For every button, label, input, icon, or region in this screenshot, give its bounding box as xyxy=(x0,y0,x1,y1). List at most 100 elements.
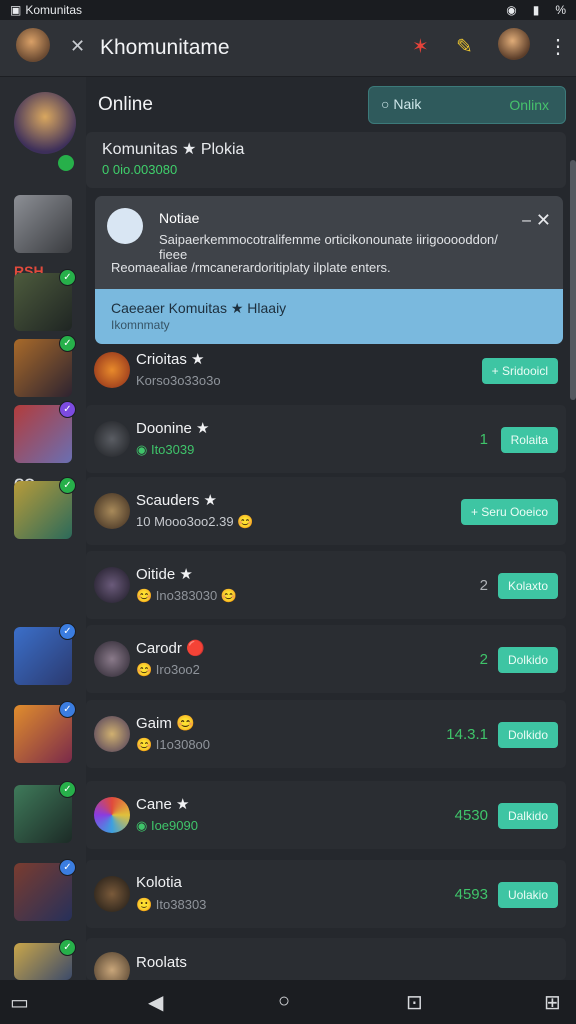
list-item[interactable]: Scauders ★ 10 Mooo3oo2.39 😊 + Seru Ooeic… xyxy=(86,477,566,545)
back-icon[interactable]: ◀ xyxy=(148,990,163,1015)
notice-card: Notiae Saipaerkemmocotralifemme orticiko… xyxy=(95,196,563,344)
member-avatar xyxy=(94,493,130,529)
sidebar-item-7[interactable]: ✓ xyxy=(14,701,76,763)
book-icon[interactable]: ⊡ xyxy=(406,990,423,1015)
online-toggle[interactable]: ○ Naik Onlinx xyxy=(368,86,566,124)
member-count: 2 xyxy=(479,577,488,594)
member-name: Cane ★ xyxy=(136,796,190,813)
edit-icon[interactable]: ✎ xyxy=(456,34,473,59)
list-item[interactable]: Roolats xyxy=(86,938,566,988)
user-avatar[interactable] xyxy=(16,28,50,62)
member-action-button[interactable]: Rolaita xyxy=(500,427,558,453)
member-sub: ◉ Ito3039 xyxy=(136,442,195,457)
more-vert-icon[interactable]: ⋮ xyxy=(548,34,568,59)
community-name: Komunitas ★ Plokia xyxy=(102,141,245,158)
member-avatar xyxy=(94,716,130,752)
member-avatar xyxy=(94,352,130,388)
community-code: 0 0io.003080 xyxy=(102,162,178,177)
circle-icon: ○ xyxy=(381,96,390,112)
sidebar-item-1[interactable] xyxy=(14,195,72,253)
member-action-button[interactable]: Dalkido xyxy=(497,803,558,829)
notice-title: Notiae xyxy=(159,210,200,226)
member-name: Scauders ★ xyxy=(136,492,217,509)
member-count: 4593 xyxy=(454,886,488,903)
member-name: Crioitas ★ xyxy=(136,351,205,368)
member-action-button[interactable]: Kolaxto xyxy=(497,573,558,599)
member-action-button[interactable]: Dolkido xyxy=(497,722,558,748)
status-app-name: Komunitas xyxy=(25,3,83,17)
member-count: 4530 xyxy=(454,807,488,824)
wifi-icon: ◉ xyxy=(506,3,517,17)
online-heading: Online xyxy=(98,94,153,115)
check-badge-icon: ✓ xyxy=(59,335,76,352)
check-badge-icon: ✓ xyxy=(59,477,76,494)
app-icon: ▣ xyxy=(10,3,22,17)
list-item[interactable]: Kolotia 🙂 Ito38303 4593 Uolakio xyxy=(86,860,566,928)
check-badge-icon: ✓ xyxy=(59,781,76,798)
member-count: 2 xyxy=(479,651,488,668)
member-name: Doonine ★ xyxy=(136,420,210,437)
member-sub: 10 Mooo3oo2.39 😊 xyxy=(136,514,254,529)
profile-avatar[interactable] xyxy=(498,28,530,60)
member-sub: Korso3o33o3o xyxy=(136,373,221,388)
sidebar-item-8[interactable]: ✓ xyxy=(14,781,76,843)
notice-close-icon[interactable]: ✕ xyxy=(536,210,551,231)
notice-body: Saipaerkemmocotralifemme orticikonounate… xyxy=(159,232,498,262)
notice-icon xyxy=(107,208,143,244)
list-item[interactable]: Crioitas ★ Korso3o33o3o + Sridooicl xyxy=(86,336,566,404)
member-name: Roolats xyxy=(136,954,187,971)
flame-icon[interactable]: ✶ xyxy=(412,34,429,59)
member-name: Gaim 😊 xyxy=(136,715,195,732)
member-action-button[interactable]: Dolkido xyxy=(497,647,558,673)
online-dot xyxy=(58,155,74,171)
home-icon[interactable]: ○ xyxy=(278,990,290,1013)
join-subtitle: Ikomnmaty xyxy=(111,318,170,332)
system-nav-bar: ▭ ◀ ○ ⊡ ⊞ xyxy=(0,980,576,1024)
status-app: ▣ Komunitas xyxy=(6,3,82,17)
sidebar-item-2[interactable]: ✓ xyxy=(14,269,76,331)
join-title: Caeeaer Komuitas ★ Hlaaiy xyxy=(111,300,287,316)
member-action-button[interactable]: + Sridooicl xyxy=(481,358,558,384)
member-count: 1 xyxy=(479,431,488,448)
list-item[interactable]: Doonine ★ ◉ Ito3039 1 Rolaita xyxy=(86,405,566,473)
member-action-button[interactable]: Uolakio xyxy=(497,882,558,908)
member-avatar xyxy=(94,421,130,457)
toggle-left-label: Naik xyxy=(393,96,422,112)
menu-icon[interactable]: ▭ xyxy=(10,990,29,1015)
member-count: 14.3.1 xyxy=(446,726,488,743)
page-title: Khomunitame xyxy=(100,36,230,59)
sidebar-item-4[interactable]: ✓ xyxy=(14,401,76,463)
member-action-button[interactable]: + Seru Ooeico xyxy=(460,499,558,525)
member-name: Kolotia xyxy=(136,874,182,891)
notice-body-2: Reomaealiae /rmcanerardoritiplaty ilplat… xyxy=(111,260,391,275)
member-name: Carodr 🔴 xyxy=(136,640,205,657)
check-badge-icon: ✓ xyxy=(59,269,76,286)
list-item[interactable]: Oitide ★ 😊 Ino383030 😊 2 Kolaxto xyxy=(86,551,566,619)
member-sub: 😊 Iro3oo2 xyxy=(136,662,200,677)
member-avatar xyxy=(94,567,130,603)
sidebar-item-5[interactable]: ✓ xyxy=(14,477,76,539)
member-sub: 😊 Ino383030 😊 xyxy=(136,588,238,603)
member-sub: 😊 I1o308o0 xyxy=(136,737,211,752)
sidebar-item-9[interactable]: ✓ xyxy=(14,859,76,921)
sidebar-item-6[interactable]: ✓ xyxy=(14,623,76,685)
check-badge-icon: ✓ xyxy=(59,859,76,876)
list-item[interactable]: Carodr 🔴 😊 Iro3oo2 2 Dolkido xyxy=(86,625,566,693)
member-avatar xyxy=(94,797,130,833)
list-item[interactable]: Cane ★ ◉ Ioe9090 4530 Dalkido xyxy=(86,781,566,849)
apps-icon[interactable]: ⊞ xyxy=(544,990,561,1015)
sidebar-item-3[interactable]: ✓ xyxy=(14,335,76,397)
sidebar-main-avatar[interactable] xyxy=(14,92,76,154)
minimize-icon[interactable]: – xyxy=(522,212,531,230)
member-sub: 🙂 Ito38303 xyxy=(136,897,207,912)
member-name: Oitide ★ xyxy=(136,566,193,583)
close-icon[interactable]: ✕ xyxy=(70,36,85,57)
toggle-right-label: Onlinx xyxy=(509,97,549,113)
scrollbar[interactable] xyxy=(570,160,576,400)
check-badge-icon: ✓ xyxy=(59,939,76,956)
sidebar-item-10[interactable]: ✓ xyxy=(14,939,76,980)
battery-icon: ▮ xyxy=(532,3,540,17)
member-sub: ◉ Ioe9090 xyxy=(136,818,198,833)
community-card[interactable]: Komunitas ★ Plokia 0 0io.003080 xyxy=(86,132,566,188)
list-item[interactable]: Gaim 😊 😊 I1o308o0 14.3.1 Dolkido xyxy=(86,700,566,768)
